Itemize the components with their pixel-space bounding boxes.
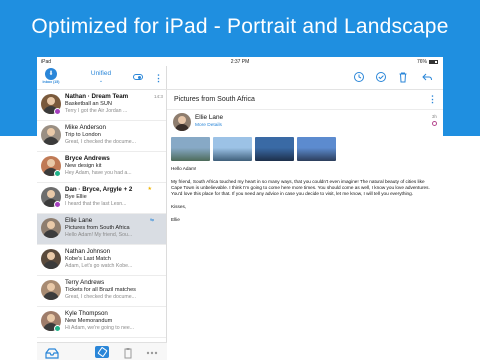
message-sender: Mike Anderson — [65, 124, 106, 131]
received-time: 3h — [431, 114, 437, 119]
ipad-screen: iPad 2:37 PM 76% ⬇ Inbox (15) Unified ⌄ … — [37, 57, 443, 360]
inbox-button[interactable]: ⬇ Inbox (15) — [42, 68, 60, 88]
account-badge-icon — [54, 201, 61, 208]
message-subject: Trip to London — [65, 132, 101, 138]
message-preview: Hello Adam! My friend, Sou... — [65, 232, 133, 238]
message-preview: Adam, Let's go watch Kobe... — [65, 263, 133, 269]
more-horizontal-icon[interactable] — [145, 346, 159, 358]
body-paragraph: My friend, South Africa touched my heart… — [171, 179, 430, 196]
message-preview: Hi Adam, we're going to nee... — [65, 325, 135, 331]
message-preview: Terry I got the Air Jordan ... — [65, 108, 128, 114]
message-subject: Kobe's Last Match — [65, 256, 111, 262]
more-vertical-icon[interactable]: ⋮ — [428, 94, 437, 105]
reader-toolbar — [167, 66, 443, 90]
message-sender: Dan · Bryce, Argyle + 2 — [65, 186, 133, 193]
list-item[interactable]: Nathan Johnson Kobe's Last Match Adam, Let… — [37, 245, 166, 276]
message-preview: I heard that the last Lesn... — [65, 201, 127, 207]
message-subject: Bye Ellie — [65, 194, 87, 200]
bottom-tab-bar — [37, 342, 167, 360]
avatar[interactable] — [173, 113, 191, 131]
avatar — [41, 125, 61, 145]
attachment-strip — [171, 137, 441, 163]
clock-icon[interactable] — [353, 71, 365, 83]
star-icon: ★ — [147, 186, 152, 192]
list-item[interactable]: Dan · Bryce, Argyle + 2 Bye Ellie I heard … — [37, 183, 166, 214]
chevron-down-icon: ⌄ — [98, 78, 104, 84]
email-subject: Pictures from South Africa — [174, 96, 255, 103]
message-sender: Bryce Andrews — [65, 155, 110, 162]
avatar — [41, 280, 61, 300]
message-sender: Terry Andrews — [65, 279, 105, 286]
sender-name[interactable]: Ellie Lane — [195, 114, 223, 121]
list-item[interactable]: Ellie Lane Pictures from South Africa Hell… — [37, 214, 166, 245]
check-circle-icon[interactable] — [375, 71, 387, 83]
attachment-thumbnail[interactable] — [171, 137, 210, 161]
reading-pane: Pictures from South Africa ⋮ Ellie Lane … — [167, 66, 443, 360]
email-body: Hello Adam! My friend, South Africa touc… — [171, 166, 437, 230]
message-subject: Basketball an SUN — [65, 101, 112, 107]
message-preview: Great, I checked the docume... — [65, 294, 136, 300]
message-preview: Great, I checked the docume... — [65, 139, 136, 145]
attachment-thumbnail[interactable] — [297, 137, 336, 161]
attachment-thumbnail[interactable] — [255, 137, 294, 161]
folder-selector[interactable]: Unified ⌄ — [81, 70, 121, 84]
message-subject: Tickets for all Brazil matches — [65, 287, 136, 293]
message-subject: New design kit — [65, 163, 102, 169]
clipboard-icon[interactable] — [121, 346, 135, 359]
greeting: Hello Adam! — [171, 166, 197, 171]
message-subject: New Memorandum — [65, 318, 113, 324]
account-badge-icon — [54, 170, 61, 177]
avatar — [41, 218, 61, 238]
mail-tab-icon[interactable] — [45, 346, 59, 359]
signature: Ellie — [171, 217, 180, 222]
promo-headline: Optimized for iPad - Portrait and Landsc… — [31, 15, 449, 38]
subject-bar: Pictures from South Africa ⋮ — [167, 90, 443, 110]
message-list-pane: ⬇ Inbox (15) Unified ⌄ ⋮ Nathan · Dream … — [37, 66, 167, 360]
signoff: Kisses, — [171, 204, 187, 209]
sender-header: Ellie Lane More Details 3h — [167, 110, 443, 136]
inbox-icon: ⬇ — [45, 68, 57, 80]
message-time: 14:3 — [154, 94, 163, 99]
message-preview: Hey Adam, have you had a... — [65, 170, 132, 176]
account-dot-icon — [432, 121, 437, 126]
attachment-thumbnail[interactable] — [213, 137, 252, 161]
list-item[interactable]: Mike Anderson Trip to London Great, I chec… — [37, 121, 166, 152]
battery-icon — [429, 59, 438, 64]
message-subject: Pictures from South Africa — [65, 225, 130, 231]
list-item[interactable]: Bryce Andrews New design kit Hey Adam, hav… — [37, 152, 166, 183]
list-item[interactable]: Nathan · Dream Team Basketball an SUN Terr… — [37, 90, 166, 121]
avatar — [41, 249, 61, 269]
account-badge-icon — [54, 325, 61, 332]
status-bar: iPad 2:37 PM 76% — [37, 57, 443, 66]
more-details-link[interactable]: More Details — [195, 123, 222, 128]
message-sender: Nathan · Dream Team — [65, 93, 129, 100]
message-sender: Nathan Johnson — [65, 248, 111, 255]
more-vertical-icon[interactable]: ⋮ — [154, 72, 163, 84]
toggle-icon[interactable] — [133, 74, 143, 80]
list-item[interactable]: Terry Andrews Tickets for all Brazil matc… — [37, 276, 166, 307]
message-list: Nathan · Dream Team Basketball an SUN Terr… — [37, 90, 166, 338]
list-toolbar: ⬇ Inbox (15) Unified ⌄ ⋮ — [37, 66, 167, 90]
reply-icon[interactable] — [421, 71, 433, 83]
battery-percent: 76% — [416, 59, 427, 65]
folder-title: Unified — [90, 70, 112, 77]
message-sender: Kyle Thompson — [65, 310, 108, 317]
clock-label: 2:37 PM — [230, 59, 250, 65]
account-badge-icon — [54, 108, 61, 115]
battery-indicator: 76% — [417, 59, 438, 65]
list-item[interactable]: Kyle Thompson New Memorandum Hi Adam, we'r… — [37, 307, 166, 338]
trash-icon[interactable] — [397, 71, 409, 83]
compose-icon[interactable] — [95, 346, 109, 358]
forward-icon: ⇆ — [150, 217, 154, 222]
inbox-label: Inbox (15) — [42, 80, 60, 84]
message-sender: Ellie Lane — [65, 217, 93, 224]
